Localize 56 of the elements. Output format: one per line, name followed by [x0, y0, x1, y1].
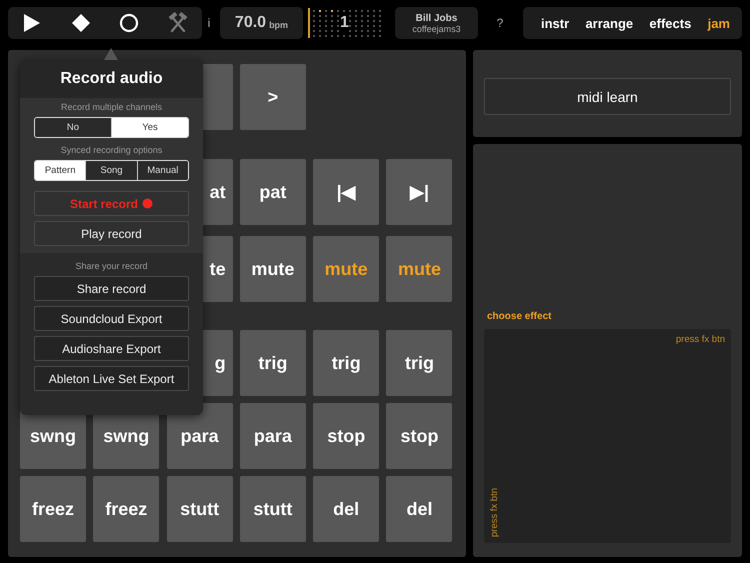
play-icon — [23, 13, 42, 33]
segment-option[interactable]: Manual — [138, 161, 188, 180]
pad-button[interactable]: para — [166, 403, 233, 469]
xy-pad[interactable]: press fx btn press fx btn — [484, 329, 731, 543]
pad-button[interactable]: trig — [240, 330, 306, 396]
popover-title: Record audio — [20, 60, 203, 98]
user-name: Bill Jobs — [416, 12, 458, 24]
beat-number: 1 — [340, 14, 349, 32]
pad-button[interactable]: trig — [386, 330, 452, 396]
project-name: coffeejams3 — [412, 24, 461, 34]
pad-button[interactable]: para — [240, 403, 306, 469]
pad-button[interactable]: trig — [313, 330, 380, 396]
pad-button[interactable]: > — [240, 64, 306, 130]
user-box[interactable]: Bill Jobs coffeejams3 — [395, 7, 478, 39]
help-button[interactable]: ? — [490, 16, 510, 30]
share-button[interactable]: Share record — [34, 276, 189, 301]
record-dot-icon — [142, 198, 154, 209]
midi-learn-button[interactable]: midi learn — [484, 78, 731, 115]
y-axis-hint: press fx btn — [489, 488, 500, 537]
pad-button[interactable]: freez — [20, 476, 86, 542]
diamond-icon — [70, 13, 91, 33]
section-label: Share your record — [74, 261, 149, 271]
tempo-unit: bpm — [269, 20, 288, 30]
share-button[interactable]: Soundcloud Export — [34, 306, 189, 331]
nav-tab[interactable]: jam — [708, 16, 730, 30]
pad-button[interactable]: stop — [386, 403, 452, 469]
nav-tab[interactable]: arrange — [585, 16, 634, 30]
pad-button[interactable]: stutt — [240, 476, 306, 542]
popover-arrow-icon — [104, 48, 118, 60]
nav-tab[interactable]: instr — [541, 16, 570, 30]
segment-option[interactable]: Song — [86, 161, 138, 180]
hammers-icon — [166, 12, 189, 34]
option-label: Record multiple channels — [60, 102, 164, 112]
option-label: Synced recording options — [60, 145, 164, 155]
tempo-display[interactable]: 70.0 bpm — [220, 7, 303, 39]
pad-button[interactable]: del — [386, 476, 452, 542]
tempo-value: 70.0 — [234, 14, 266, 32]
circle-icon — [119, 13, 140, 33]
pad-button[interactable]: ▶| — [386, 159, 452, 225]
segment-option[interactable]: Yes — [112, 118, 188, 137]
share-button[interactable]: Audioshare Export — [34, 336, 189, 361]
choose-effect-label[interactable]: choose effect — [487, 311, 731, 322]
pad-button[interactable]: stop — [313, 403, 380, 469]
pad-button[interactable]: mute — [240, 236, 306, 302]
segment-option[interactable]: No — [35, 118, 112, 137]
x-axis-hint: press fx btn — [676, 334, 725, 345]
segment-option[interactable]: Pattern — [35, 161, 86, 180]
nav-tab[interactable]: effects — [649, 16, 692, 30]
play-record-button[interactable]: Play record — [34, 221, 189, 246]
pad-button[interactable]: freez — [93, 476, 160, 542]
pad-button[interactable]: |◀ — [313, 159, 380, 225]
share-button[interactable]: Ableton Live Set Export — [34, 366, 189, 391]
pad-button[interactable]: del — [313, 476, 380, 542]
pad-button[interactable]: pat — [240, 159, 306, 225]
info-button[interactable]: i — [202, 16, 216, 30]
pad-button[interactable]: stutt — [166, 476, 233, 542]
